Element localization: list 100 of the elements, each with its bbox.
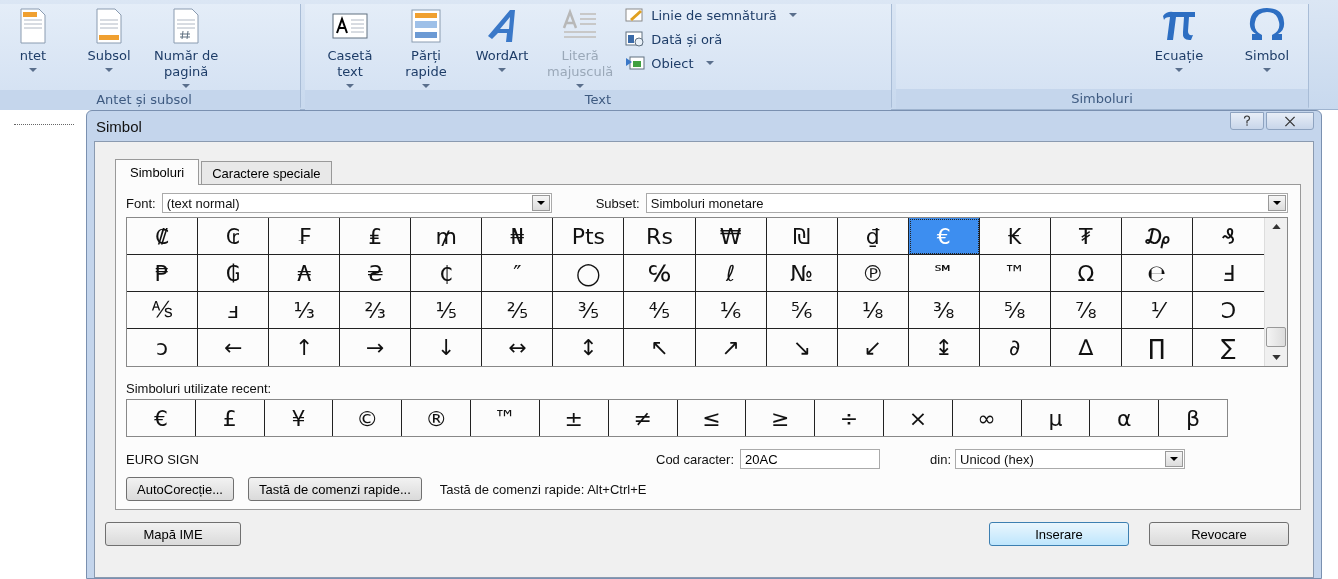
symbol-cell[interactable]: ⅔	[340, 292, 412, 329]
symbol-cell[interactable]: ⅎ	[198, 292, 270, 329]
ribbon-button[interactable]: Simbol	[1232, 4, 1302, 74]
symbol-cell[interactable]: Ω	[1050, 255, 1122, 292]
symbol-cell[interactable]: Rs	[624, 218, 696, 255]
scroll-thumb[interactable]	[1266, 327, 1286, 347]
symbol-cell[interactable]: ↗	[695, 329, 767, 366]
symbol-cell[interactable]: ↕	[553, 329, 625, 366]
symbol-cell[interactable]: ∂	[979, 329, 1051, 366]
symbol-cell[interactable]: ⅗	[553, 292, 625, 329]
group-label: Simboluri	[896, 89, 1308, 109]
ribbon-button[interactable]: Ecuație	[1144, 4, 1214, 74]
symbol-cell[interactable]: ∆	[1050, 329, 1122, 366]
ime-map-button[interactable]: Mapă IME	[105, 522, 241, 546]
symbol-cell[interactable]: ⅖	[482, 292, 554, 329]
symbol-cell[interactable]: ←	[198, 329, 270, 366]
font-dropdown[interactable]: (text normal)	[161, 193, 552, 213]
symbol-cell[interactable]: ↙	[837, 329, 909, 366]
symbol-cell[interactable]: №	[766, 255, 838, 292]
scroll-up-icon	[1271, 224, 1281, 229]
from-label: din:	[930, 451, 951, 467]
symbol-cell[interactable]: ℠	[908, 255, 980, 292]
symbol-cell[interactable]: ₵	[411, 255, 483, 292]
symbol-cell[interactable]: ↖	[624, 329, 696, 366]
symbol-cell[interactable]: ™	[979, 255, 1051, 292]
ribbon-button[interactable]: WordArt	[467, 4, 537, 74]
symbol-cell[interactable]: ⅝	[979, 292, 1051, 329]
symbol-cell[interactable]: ₩	[695, 218, 767, 255]
symbol-cell[interactable]: ◯	[553, 255, 625, 292]
symbol-cell[interactable]: ⅞	[1050, 292, 1122, 329]
scrollbar[interactable]	[1264, 218, 1287, 366]
recent-label: Simboluri utilizate recent:	[126, 381, 273, 396]
symbol-cell[interactable]: ⅟	[1121, 292, 1193, 329]
symbol-cell[interactable]: →	[340, 329, 412, 366]
tab[interactable]: Caractere speciale	[201, 161, 332, 184]
close-icon	[1283, 115, 1297, 127]
ribbon-button[interactable]: Subsol	[74, 4, 144, 74]
symbol-cell[interactable]: ⅙	[695, 292, 767, 329]
character-name: EURO SIGN	[126, 451, 200, 467]
symbol-cell[interactable]: ∑	[1192, 329, 1264, 366]
window-title: Simbol	[95, 117, 142, 135]
symbol-cell[interactable]: ₢	[198, 218, 270, 255]
symbol-cell[interactable]: ↄ	[127, 329, 199, 366]
help-icon	[1242, 115, 1252, 127]
insert-button[interactable]: Inserare	[989, 522, 1129, 546]
ribbon-button[interactable]: Dată și oră	[623, 28, 799, 50]
symbol-cell[interactable]: ₳	[269, 255, 341, 292]
symbol-cell[interactable]: ℗	[837, 255, 909, 292]
symbol-cell[interactable]: ⅓	[269, 292, 341, 329]
symbol-cell[interactable]: ℮	[1121, 255, 1193, 292]
symbol-cell[interactable]: ₱	[127, 255, 199, 292]
object-icon	[625, 55, 646, 71]
symbol-cell[interactable]: ₭	[979, 218, 1051, 255]
symbol-cell[interactable]: ⅕	[411, 292, 483, 329]
group-label: Antet și subsol	[0, 90, 300, 110]
symbol-cell[interactable]: ₡	[127, 218, 199, 255]
symbol-cell[interactable]: ₥	[411, 218, 483, 255]
symbol-cell[interactable]: ⅚	[766, 292, 838, 329]
scroll-down-icon	[1271, 355, 1281, 360]
shortcut-key-button[interactable]: Tastă de comenzi rapide...	[248, 477, 422, 501]
symbol-cell[interactable]: ℓ	[695, 255, 767, 292]
font-label: Font:	[126, 195, 156, 211]
ribbon-button[interactable]: Obiect	[623, 52, 799, 74]
symbol-cell[interactable]: ↓	[411, 329, 483, 366]
symbol-cell[interactable]: ₯	[1121, 218, 1193, 255]
close-button[interactable]	[1266, 112, 1314, 130]
from-dropdown[interactable]: Unicod (hex)	[955, 449, 1185, 469]
symbol-cell[interactable]: ₦	[482, 218, 554, 255]
symbol-cell[interactable]: ₴	[340, 255, 412, 292]
symbol-cell[interactable]: ↘	[766, 329, 838, 366]
group-label: Text	[305, 90, 891, 110]
calendar-icon	[625, 31, 646, 47]
symbol-cell[interactable]: ↨	[908, 329, 980, 366]
symbol-cell[interactable]: ⅛	[837, 292, 909, 329]
subset-label: Subset:	[595, 195, 640, 211]
autocorrect-button[interactable]: AutoCorecție...	[126, 477, 234, 501]
symbol-cell[interactable]: ₫	[837, 218, 909, 255]
recent-symbol[interactable]: β	[1159, 400, 1227, 436]
symbol-cell[interactable]: ℅	[624, 255, 696, 292]
symbol-cell[interactable]: ₣	[269, 218, 341, 255]
help-button[interactable]	[1230, 112, 1264, 130]
ribbon-button[interactable]: Linie de semnătură	[623, 4, 799, 26]
symbol-cell[interactable]: ″	[482, 255, 554, 292]
tab[interactable]: Simboluri	[115, 159, 200, 185]
cancel-button[interactable]: Revocare	[1149, 522, 1289, 546]
symbol-cell[interactable]: ₤	[340, 218, 412, 255]
symbol-cell[interactable]: ↔	[482, 329, 554, 366]
symbol-cell[interactable]: Pts	[553, 218, 625, 255]
symbol-cell[interactable]: ₲	[198, 255, 270, 292]
symbol-cell[interactable]: ⅘	[624, 292, 696, 329]
ribbon-button[interactable]: ntet	[0, 4, 68, 74]
symbol-cell[interactable]: ⅜	[908, 292, 980, 329]
code-field[interactable]: 20AC	[740, 449, 881, 469]
symbol-cell[interactable]: ₪	[766, 218, 838, 255]
shortcut-text: Tastă de comenzi rapide: Alt+Ctrl+E	[439, 481, 647, 497]
symbol-cell[interactable]: ₮	[1050, 218, 1122, 255]
subset-dropdown[interactable]: Simboluri monetare	[645, 193, 1288, 213]
symbol-cell[interactable]: ∏	[1121, 329, 1193, 366]
symbol-cell[interactable]: ⅍	[127, 292, 199, 329]
symbol-cell[interactable]: ↑	[269, 329, 341, 366]
